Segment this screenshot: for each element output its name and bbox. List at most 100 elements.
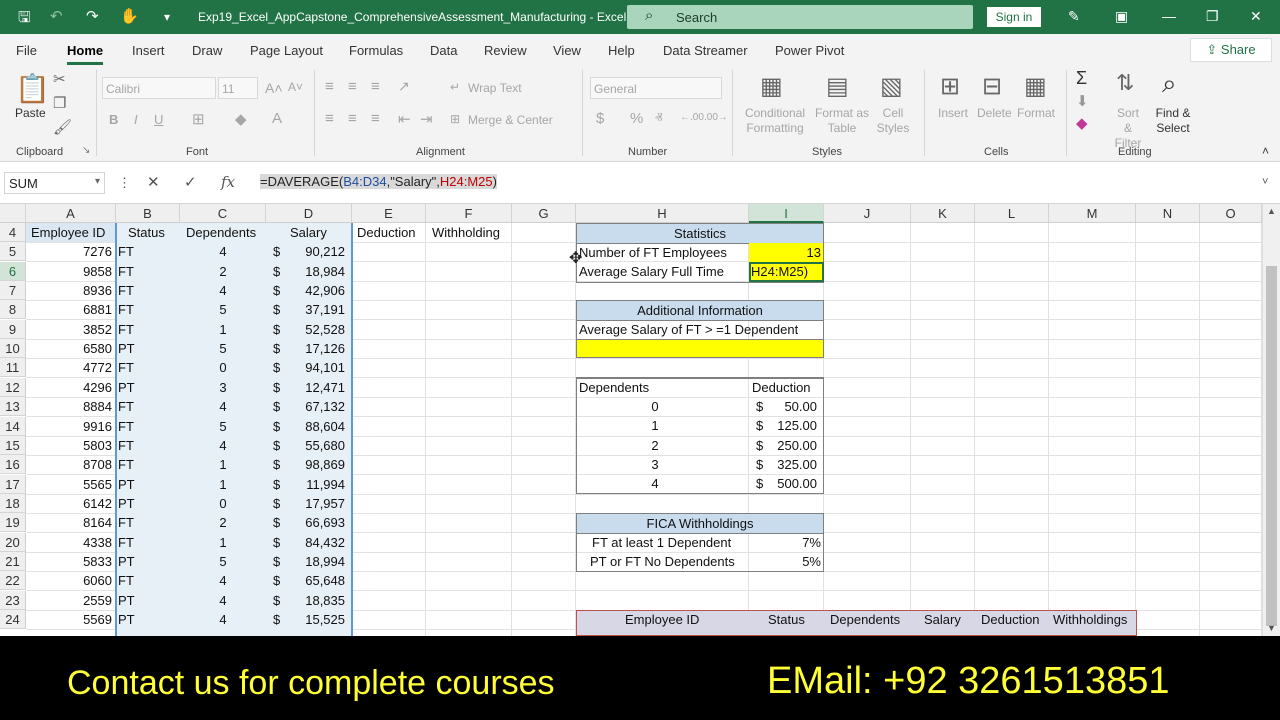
increase-indent-icon[interactable]: ⇥ xyxy=(420,110,433,128)
additional-info-input[interactable] xyxy=(577,339,823,357)
status-cell[interactable]: FT xyxy=(118,300,134,319)
status-cell[interactable]: FT xyxy=(118,358,134,377)
collapse-ribbon-icon[interactable]: ˄ xyxy=(1262,144,1269,158)
status-cell[interactable]: PT xyxy=(118,591,135,610)
paste-icon[interactable]: 📋 xyxy=(15,72,50,105)
tab-power-pivot[interactable]: Power Pivot xyxy=(775,43,844,58)
paste-button[interactable]: Paste xyxy=(15,106,46,120)
avg-salary-ft-label[interactable]: Average Salary Full Time xyxy=(579,262,724,281)
dependents-cell[interactable]: 5 xyxy=(182,417,264,436)
column-header-c[interactable]: C xyxy=(180,204,266,223)
dependents-cell[interactable]: 5 xyxy=(182,300,264,319)
underline-icon[interactable]: U xyxy=(154,112,163,127)
criteria-header-withholdings[interactable]: Withholdings xyxy=(1053,610,1127,629)
delete-cells-button[interactable]: Delete xyxy=(977,106,1012,120)
row-header-20[interactable]: 20 xyxy=(0,532,26,552)
vertical-scrollbar[interactable]: ▲ ▼ xyxy=(1262,204,1280,636)
employee-id-cell[interactable]: 8884 xyxy=(28,397,112,416)
employee-id-cell[interactable]: 6142 xyxy=(28,494,112,513)
employee-id-cell[interactable]: 4772 xyxy=(28,358,112,377)
employee-id-cell[interactable]: 3852 xyxy=(28,320,112,339)
salary-cell[interactable]: 42,906 xyxy=(268,281,345,300)
name-box[interactable]: SUM ▾ xyxy=(4,172,105,194)
row-header-12[interactable]: 12 xyxy=(0,377,26,397)
shrink-font-icon[interactable]: A˅ xyxy=(288,80,303,94)
salary-cell[interactable]: 90,212 xyxy=(268,242,345,261)
sort-filter-button[interactable]: Sort & Filter xyxy=(1113,106,1143,151)
italic-icon[interactable]: I xyxy=(134,112,138,127)
status-cell[interactable]: PT xyxy=(118,339,135,358)
dependents-cell[interactable]: 0 xyxy=(182,494,264,513)
row-header-14[interactable]: 14 xyxy=(0,416,26,436)
status-cell[interactable]: FT xyxy=(118,262,134,281)
additional-info-label[interactable]: Average Salary of FT > =1 Dependent xyxy=(579,320,798,339)
deduction-header-dependents[interactable]: Dependents xyxy=(579,378,649,397)
column-header-l[interactable]: L xyxy=(975,204,1049,223)
insert-cells-button[interactable]: Insert xyxy=(938,106,968,120)
header-deduction[interactable]: Deduction xyxy=(357,223,416,242)
salary-cell[interactable]: 88,604 xyxy=(268,417,345,436)
employee-id-cell[interactable]: 9916 xyxy=(28,417,112,436)
status-cell[interactable]: PT xyxy=(118,494,135,513)
employee-id-cell[interactable]: 7276 xyxy=(28,242,112,261)
borders-icon[interactable]: ⊞ xyxy=(192,110,205,128)
status-cell[interactable]: FT xyxy=(118,571,134,590)
salary-cell[interactable]: 11,994 xyxy=(268,475,345,494)
orientation-icon[interactable]: ↗ xyxy=(398,78,410,95)
column-header-m[interactable]: M xyxy=(1049,204,1136,223)
tab-review[interactable]: Review xyxy=(484,43,527,58)
criteria-header-deduction[interactable]: Deduction xyxy=(981,610,1040,629)
criteria-header-dependents[interactable]: Dependents xyxy=(830,610,900,629)
row-header-15[interactable]: 15 xyxy=(0,435,26,455)
format-as-table-button[interactable]: Format as Table xyxy=(812,106,872,136)
worksheet-grid[interactable]: ABCDEFGHIJKLMNO 4 5 6 7 8 9 10 11 12 13 14 15 16 17 18… xyxy=(0,204,1280,636)
deduction-amount-cell[interactable]: 50.00 xyxy=(760,397,817,416)
bold-icon[interactable]: B xyxy=(109,112,118,127)
dependents-cell[interactable]: 4 xyxy=(182,436,264,455)
salary-cell[interactable]: 66,693 xyxy=(268,513,345,532)
status-cell[interactable]: FT xyxy=(118,281,134,300)
font-name-dropdown[interactable]: Calibri xyxy=(102,77,216,99)
employee-id-cell[interactable]: 5569 xyxy=(28,610,112,629)
dependents-cell[interactable]: 4 xyxy=(182,610,264,629)
fill-icon[interactable]: ⬇ xyxy=(1076,92,1089,110)
status-cell[interactable]: PT xyxy=(118,552,135,571)
employee-id-cell[interactable]: 4296 xyxy=(28,378,112,397)
dependents-cell[interactable]: 4 xyxy=(182,591,264,610)
insert-function-icon[interactable]: fx xyxy=(221,173,235,191)
find-select-button[interactable]: Find & Select xyxy=(1153,106,1193,136)
status-cell[interactable]: FT xyxy=(118,455,134,474)
salary-cell[interactable]: 18,984 xyxy=(268,262,345,281)
touch-mode-icon[interactable]: ✋ xyxy=(120,7,139,25)
employee-id-cell[interactable]: 8936 xyxy=(28,281,112,300)
bottom-align-icon[interactable]: ≡ xyxy=(371,78,380,95)
dependents-cell[interactable]: 1 xyxy=(182,455,264,474)
column-header-k[interactable]: K xyxy=(911,204,975,223)
row-header-23[interactable]: 23 xyxy=(0,590,26,610)
undo-icon[interactable]: ↶ xyxy=(50,7,63,25)
fica-value-2[interactable]: 5% xyxy=(749,552,821,571)
grow-font-icon[interactable]: A˄ xyxy=(265,80,283,96)
column-header-a[interactable]: A xyxy=(26,204,116,223)
tab-help[interactable]: Help xyxy=(608,43,635,58)
column-header-g[interactable]: G xyxy=(512,204,576,223)
employee-id-cell[interactable]: 8164 xyxy=(28,513,112,532)
row-header-21[interactable]: 21 xyxy=(0,551,26,571)
salary-cell[interactable]: 94,101 xyxy=(268,358,345,377)
criteria-header-employee-id[interactable]: Employee ID xyxy=(625,610,699,629)
column-header-n[interactable]: N xyxy=(1136,204,1200,223)
column-header-e[interactable]: E xyxy=(352,204,426,223)
share-button[interactable]: ⇪ Share xyxy=(1190,38,1272,62)
salary-cell[interactable]: 52,528 xyxy=(268,320,345,339)
dependents-cell[interactable]: 4 xyxy=(182,242,264,261)
row-header-22[interactable]: 22 xyxy=(0,571,26,591)
clipboard-launcher-icon[interactable]: ↘ xyxy=(82,145,90,156)
salary-cell[interactable]: 98,869 xyxy=(268,455,345,474)
employee-id-cell[interactable]: 2559 xyxy=(28,591,112,610)
select-all-corner[interactable] xyxy=(0,204,26,223)
fica-label-2[interactable]: PT or FT No Dependents xyxy=(590,552,735,571)
dependents-cell[interactable]: 2 xyxy=(182,513,264,532)
salary-cell[interactable]: 18,994 xyxy=(268,552,345,571)
deduction-amount-cell[interactable]: 325.00 xyxy=(760,455,817,474)
wrap-text-button[interactable]: Wrap Text xyxy=(468,81,522,95)
